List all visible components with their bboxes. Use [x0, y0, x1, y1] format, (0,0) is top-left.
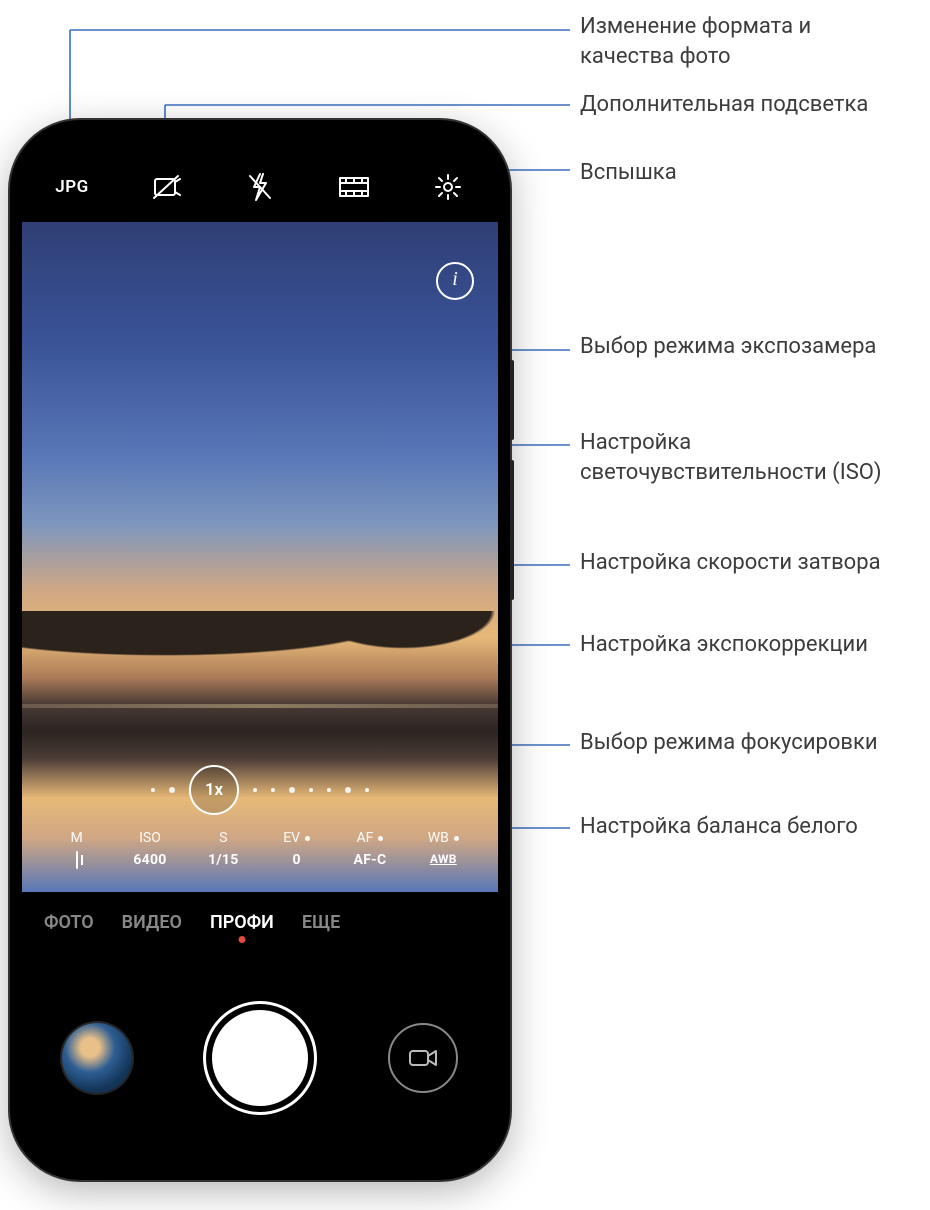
pro-params-bar: M ISO 6400 S 1/15 EV 0	[22, 830, 498, 890]
aspect-ratio-button[interactable]	[334, 167, 374, 207]
annotation-metering: Выбор режима экспозамера	[580, 332, 876, 362]
tab-more[interactable]: ЕЩЕ	[302, 912, 340, 933]
annotation-light: Дополнительная подсветка	[580, 90, 868, 120]
filmstrip-icon	[338, 174, 370, 200]
info-button[interactable]: i	[436, 262, 474, 300]
param-focus[interactable]: AF AF-C	[333, 830, 406, 890]
param-ev-label: EV	[283, 830, 310, 846]
param-ev-value: 0	[292, 852, 300, 868]
settings-button[interactable]	[428, 167, 468, 207]
param-wb-label: WB	[428, 830, 459, 846]
gallery-thumbnail[interactable]	[62, 1023, 132, 1093]
param-ev[interactable]: EV 0	[260, 830, 333, 890]
param-focus-label: AF	[357, 830, 384, 846]
shutter-button[interactable]	[212, 1010, 308, 1106]
annotation-format: Изменение формата и качества фото	[580, 12, 910, 71]
camera-viewfinder[interactable]: i 1x M	[22, 222, 498, 892]
zoom-button[interactable]: 1x	[189, 765, 239, 815]
param-shutter-label: S	[219, 830, 227, 846]
param-wb-value: AWB	[430, 852, 457, 866]
annotation-iso: Настройка светочувствительности (ISO)	[580, 428, 910, 487]
top-toolbar: JPG	[22, 162, 498, 212]
param-focus-value: AF-C	[353, 852, 386, 868]
annotation-wb: Настройка баланса белого	[580, 812, 858, 842]
param-wb[interactable]: WB AWB	[407, 830, 480, 890]
tab-video[interactable]: ВИДЕО	[122, 912, 182, 933]
annotation-ev: Настройка экспокоррекции	[580, 630, 868, 660]
tab-photo[interactable]: ФОТО	[44, 912, 94, 933]
annotation-focus: Выбор режима фокусировки	[580, 728, 878, 758]
camera-mode-tabs: ФОТО ВИДЕО ПРОФИ ЕЩЕ	[22, 902, 498, 942]
param-iso-label: ISO	[139, 830, 161, 846]
param-metering-label: M	[71, 830, 83, 846]
switch-camera-button[interactable]	[388, 1023, 458, 1093]
param-metering[interactable]: M	[40, 830, 113, 890]
phone-screen: JPG	[22, 132, 498, 1168]
video-camera-icon	[408, 1047, 438, 1069]
format-button[interactable]: JPG	[52, 167, 92, 207]
extra-light-off-icon	[151, 172, 181, 202]
flash-off-icon	[247, 172, 273, 202]
annotation-shutter: Настройка скорости затвора	[580, 548, 881, 578]
bottom-controls	[22, 998, 498, 1118]
flash-button[interactable]	[240, 167, 280, 207]
phone-frame: JPG	[10, 120, 510, 1180]
param-shutter-value: 1/15	[208, 852, 239, 868]
annotation-flash: Вспышка	[580, 158, 677, 188]
gear-icon	[434, 173, 462, 201]
zoom-slider[interactable]: 1x	[22, 770, 498, 810]
param-shutter[interactable]: S 1/15	[187, 830, 260, 890]
param-iso[interactable]: ISO 6400	[113, 830, 186, 890]
info-icon: i	[452, 268, 458, 290]
metering-mode-icon	[76, 852, 78, 868]
extra-light-button[interactable]	[146, 167, 186, 207]
param-iso-value: 6400	[133, 852, 166, 868]
tab-pro[interactable]: ПРОФИ	[210, 912, 274, 933]
